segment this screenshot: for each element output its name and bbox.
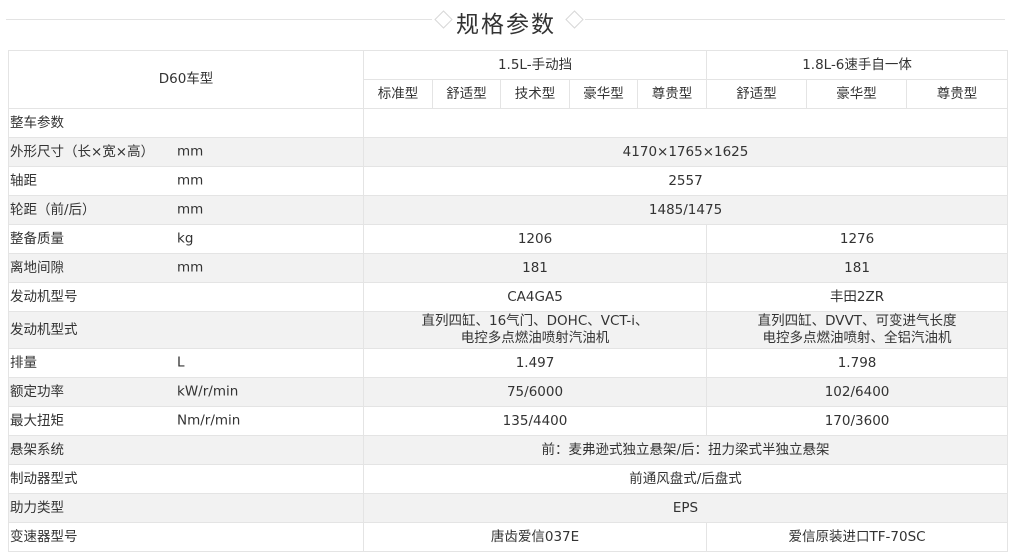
table-row: 悬架系统 前：麦弗逊式独立悬架/后：扭力梁式半独立悬架 xyxy=(8,435,1009,465)
value-cell-group-1: 1.497 xyxy=(362,348,708,378)
row-label-cell: 助力类型 xyxy=(8,493,364,523)
value-cell-group-2: 1.798 xyxy=(706,348,1009,378)
row-unit: kW/r/min xyxy=(177,383,239,400)
value-cell: 前通风盘式/后盘式 xyxy=(362,464,1009,494)
value-cell-group-2: 爱信原装进口TF-70SC xyxy=(706,522,1009,552)
value-cell-group-1: 1206 xyxy=(362,224,708,254)
row-label-cell: 制动器型式 xyxy=(8,464,364,494)
table-row: 离地间隙 mm 181 181 xyxy=(8,253,1009,283)
value-cell-group-2: 直列四缸、DVVT、可变进气长度 电控多点燃油喷射、全铝汽油机 xyxy=(706,311,1009,349)
row-label: 发动机型号 xyxy=(10,288,78,305)
diamond-ornament-right xyxy=(565,10,584,29)
row-label-cell: 变速器型号 xyxy=(8,522,364,552)
group-header-2: 1.8L-6速手自一体 xyxy=(706,50,1009,80)
row-label: 变速器型号 xyxy=(10,528,78,545)
table-row: 发动机型号 CA4GA5 丰田2ZR xyxy=(8,282,1009,312)
table-row: 额定功率 kW/r/min 75/6000 102/6400 xyxy=(8,377,1009,407)
table-row: 发动机型式 直列四缸、16气门、DOHC、VCT-i、 电控多点燃油喷射汽油机 … xyxy=(8,311,1009,349)
row-label-cell: 外形尺寸（长×宽×高） mm xyxy=(8,137,364,167)
value-cell: EPS xyxy=(362,493,1009,523)
row-label: 悬架系统 xyxy=(10,441,64,458)
value-cell-group-2: 丰田2ZR xyxy=(706,282,1009,312)
row-unit: mm xyxy=(177,172,204,189)
value-cell-group-1: 唐齿爱信037E xyxy=(362,522,708,552)
value-line: 电控多点燃油喷射、全铝汽油机 xyxy=(762,330,952,346)
table-row: 整备质量 kg 1206 1276 xyxy=(8,224,1009,254)
row-label: 轮距（前/后） xyxy=(10,201,96,218)
row-label: 外形尺寸（长×宽×高） xyxy=(10,143,155,160)
trim-header: 舒适型 xyxy=(432,79,501,109)
row-label: 整备质量 xyxy=(10,230,64,247)
value-cell-group-1: 181 xyxy=(362,253,708,283)
table-row: 助力类型 EPS xyxy=(8,493,1009,523)
value-line: 电控多点燃油喷射汽油机 xyxy=(460,330,610,346)
spec-table: D60车型 1.5L-手动挡 1.8L-6速手自一体 标准型 舒适型 技术型 豪… xyxy=(8,50,1009,552)
row-unit: mm xyxy=(177,201,204,218)
row-label: 制动器型式 xyxy=(10,470,78,487)
trim-header: 尊贵型 xyxy=(636,79,708,109)
row-unit: mm xyxy=(177,259,204,276)
trim-header: 技术型 xyxy=(500,79,570,109)
value-cell: 4170×1765×1625 xyxy=(362,137,1009,167)
row-label-cell: 发动机型号 xyxy=(8,282,364,312)
table-row: 排量 L 1.497 1.798 xyxy=(8,348,1009,378)
value-line: 直列四缸、DVVT、可变进气长度 xyxy=(757,313,957,329)
row-label: 最大扭矩 xyxy=(10,412,64,429)
row-unit: mm xyxy=(177,143,204,160)
row-label-cell: 悬架系统 xyxy=(8,435,364,465)
value-cell-group-1: 135/4400 xyxy=(362,406,708,436)
divider-right xyxy=(585,19,1005,20)
table-row: 轴距 mm 2557 xyxy=(8,166,1009,196)
value-cell: 1485/1475 xyxy=(362,195,1009,225)
row-label-cell: 发动机型式 xyxy=(8,311,364,349)
trim-header: 豪华型 xyxy=(569,79,638,109)
table-row: 最大扭矩 Nm/r/min 135/4400 170/3600 xyxy=(8,406,1009,436)
trim-header: 尊贵型 xyxy=(906,79,1009,109)
value-cell xyxy=(362,108,1009,138)
value-cell-group-2: 102/6400 xyxy=(706,377,1009,407)
value-cell-group-1: 75/6000 xyxy=(362,377,708,407)
trim-header: 标准型 xyxy=(363,79,433,109)
value-line: 直列四缸、16气门、DOHC、VCT-i、 xyxy=(421,313,649,329)
row-label: 整车参数 xyxy=(10,114,64,131)
row-label: 发动机型式 xyxy=(10,321,78,338)
row-label-cell: 离地间隙 mm xyxy=(8,253,364,283)
table-row: 外形尺寸（长×宽×高） mm 4170×1765×1625 xyxy=(8,137,1009,167)
value-cell-group-1: CA4GA5 xyxy=(362,282,708,312)
table-row: 变速器型号 唐齿爱信037E 爱信原装进口TF-70SC xyxy=(8,522,1009,552)
row-label-cell: 整备质量 kg xyxy=(8,224,364,254)
row-label-cell: 最大扭矩 Nm/r/min xyxy=(8,406,364,436)
row-label-cell: 轴距 mm xyxy=(8,166,364,196)
group-header-1: 1.5L-手动挡 xyxy=(362,50,708,80)
value-cell: 前：麦弗逊式独立悬架/后：扭力梁式半独立悬架 xyxy=(362,435,1009,465)
trim-header: 豪华型 xyxy=(806,79,908,109)
row-label-cell: 排量 L xyxy=(8,348,364,378)
table-row: 制动器型式 前通风盘式/后盘式 xyxy=(8,464,1009,494)
row-label: 轴距 xyxy=(10,172,37,189)
model-header: D60车型 xyxy=(8,50,364,109)
trim-header: 舒适型 xyxy=(706,79,808,109)
row-label: 额定功率 xyxy=(10,383,64,400)
value-cell: 2557 xyxy=(362,166,1009,196)
table-row: 整车参数 xyxy=(8,108,1009,138)
value-cell-group-2: 170/3600 xyxy=(706,406,1009,436)
row-label: 离地间隙 xyxy=(10,259,64,276)
row-label-cell: 轮距（前/后） mm xyxy=(8,195,364,225)
page-title: 规格参数 xyxy=(456,12,556,38)
value-cell-group-2: 181 xyxy=(706,253,1009,283)
row-label: 排量 xyxy=(10,354,37,371)
row-unit: L xyxy=(177,354,185,371)
value-cell-group-1: 直列四缸、16气门、DOHC、VCT-i、 电控多点燃油喷射汽油机 xyxy=(362,311,708,349)
divider-left xyxy=(6,19,432,20)
diamond-ornament-left xyxy=(434,10,453,29)
section-header: 规格参数 xyxy=(0,0,1013,44)
row-unit: kg xyxy=(177,230,194,247)
row-unit: Nm/r/min xyxy=(177,412,241,429)
row-label-cell: 整车参数 xyxy=(8,108,364,138)
row-label: 助力类型 xyxy=(10,499,64,516)
table-row: 轮距（前/后） mm 1485/1475 xyxy=(8,195,1009,225)
row-label-cell: 额定功率 kW/r/min xyxy=(8,377,364,407)
value-cell-group-2: 1276 xyxy=(706,224,1009,254)
